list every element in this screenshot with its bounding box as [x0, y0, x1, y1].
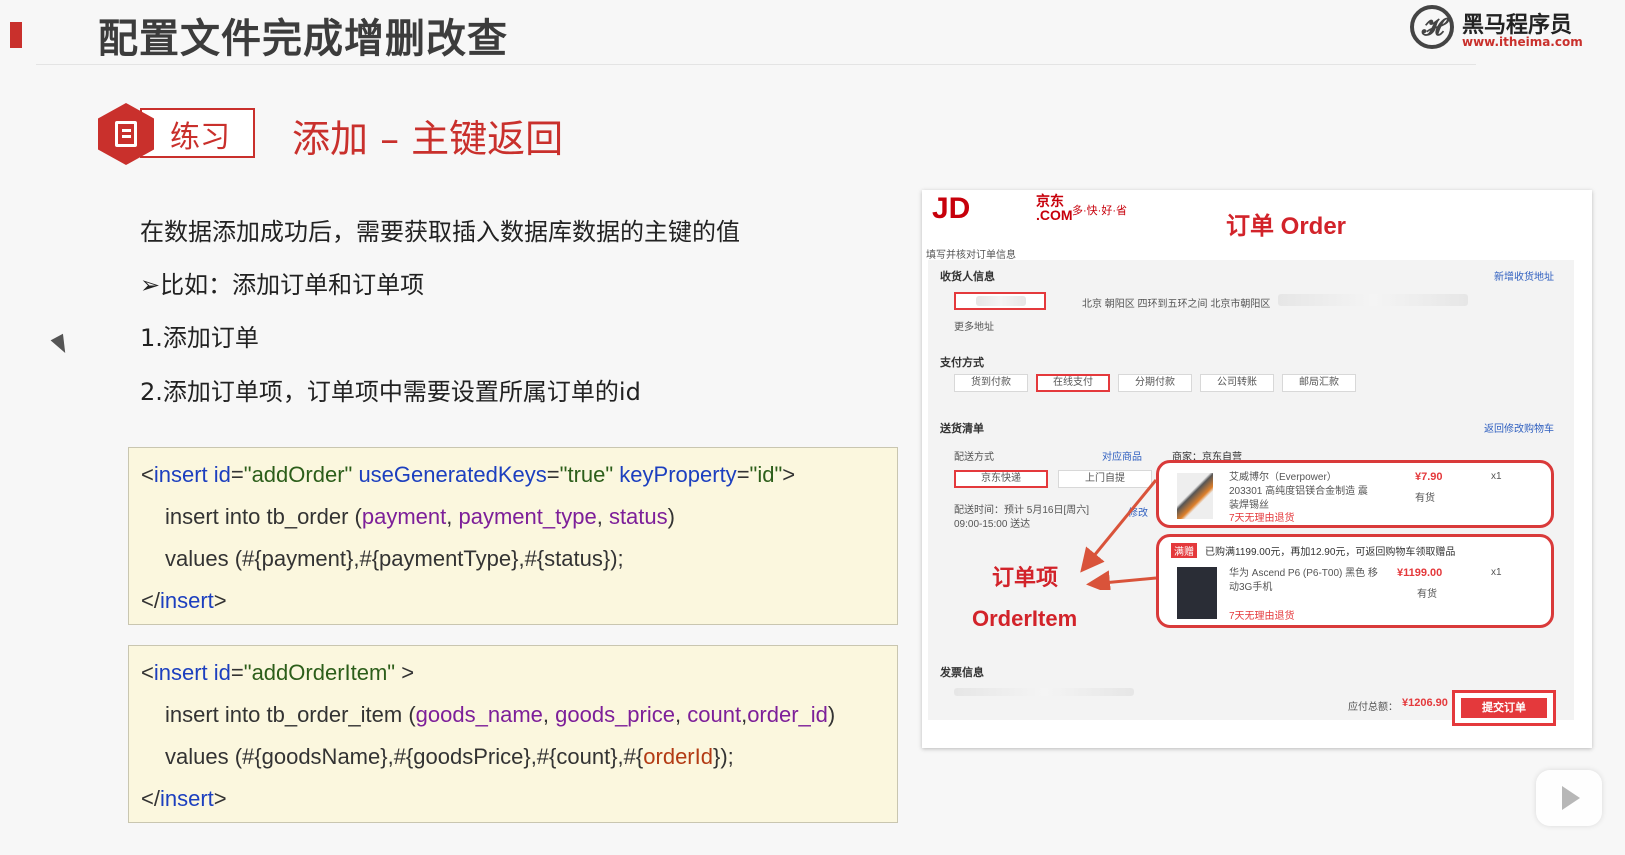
payment-option-cod[interactable]: 货到付款	[954, 374, 1028, 392]
bullet-step-2: 2.添加订单项，订单项中需要设置所属订单的id	[140, 378, 641, 406]
horse-logo-icon: 𝓗	[1410, 5, 1454, 49]
new-address-link[interactable]: 新增收货地址	[1494, 268, 1554, 283]
code-line: </insert>	[141, 786, 227, 811]
code-line: values (#{goodsName},#{goodsPrice},#{cou…	[165, 744, 734, 769]
code-line: insert into tb_order (payment, payment_t…	[165, 504, 675, 529]
delivery-method-label: 配送方式	[954, 452, 994, 463]
promo-tag: 满赠	[1171, 543, 1197, 558]
item1-stock: 有货	[1415, 493, 1435, 504]
shipping-list-label: 送货清单	[940, 423, 984, 435]
order-item-annotation-en: OrderItem	[972, 606, 1078, 631]
play-icon[interactable]	[1536, 770, 1602, 826]
item2-return-policy: 7天无理由退货	[1229, 611, 1295, 622]
jd-order-screenshot: JD 京东 .COM 多·快·好·省 订单 Order 填写并核对订单信息 收货人…	[922, 190, 1592, 748]
bullet-example: ➢比如：添加订单和订单项	[140, 271, 425, 299]
section-title: 添加 – 主键返回	[292, 117, 564, 161]
header-divider	[36, 64, 1476, 65]
code-line: <insert id="addOrderItem" >	[141, 660, 415, 685]
fill-check-title: 填写并核对订单信息	[926, 250, 1016, 261]
bullet-step-1: 1.添加订单	[140, 324, 259, 352]
bullet-intro: 在数据添加成功后，需要获取插入数据库数据的主键的值	[140, 218, 740, 246]
address-text: 北京 朝阳区 四环到五环之间 北京市朝阳区	[1082, 299, 1271, 310]
promo-text: 已购满1199.00元，再加12.90元，可返回购物车领取赠品	[1205, 547, 1456, 558]
receiver-name-option[interactable]	[954, 292, 1046, 310]
item2-price: ¥1199.00	[1397, 567, 1443, 579]
logo-url: www.itheima.com	[1462, 35, 1583, 49]
payment-label: 支付方式	[940, 357, 984, 369]
blurred-address	[1278, 294, 1468, 306]
item2-qty: x1	[1491, 567, 1502, 578]
practice-badge-label: 练习	[170, 120, 230, 155]
item2-stock: 有货	[1417, 589, 1437, 600]
back-to-cart-link[interactable]: 返回修改购物车	[1484, 420, 1554, 435]
code-line: insert into tb_order_item (goods_name, g…	[165, 702, 836, 727]
itheima-logo: 𝓗 黑马程序员 www.itheima.com	[1410, 5, 1583, 55]
code-block-add-order-item: <insert id="addOrderItem" > insert into …	[128, 645, 898, 823]
payment-option-installment[interactable]: 分期付款	[1118, 374, 1192, 392]
jd-slogan: 多·快·好·省	[1072, 205, 1127, 217]
product-thumbnail	[1177, 473, 1213, 519]
blurred-invoice	[954, 688, 1134, 696]
order-item-annotation-cn: 订单项	[992, 565, 1059, 590]
item1-qty: x1	[1491, 471, 1502, 482]
total-value: ¥1206.90	[1402, 697, 1448, 709]
more-address-link[interactable]: 更多地址	[954, 318, 994, 333]
jd-logo-sub: 京东 .COM	[1036, 193, 1073, 223]
item1-name: 艾威博尔（Everpower）203301 高纯度铝镁合金制造 震装焊锡丝	[1229, 472, 1368, 511]
mouse-pointer-icon	[50, 333, 72, 357]
title-accent-bar	[10, 22, 22, 48]
order-heading: 订单 Order	[1226, 213, 1347, 240]
submit-order-button[interactable]: 提交订单	[1452, 690, 1556, 726]
total-label: 应付总额：	[1348, 702, 1398, 713]
jd-express-option[interactable]: 京东快递	[954, 470, 1048, 488]
jd-logo: JD	[932, 192, 971, 225]
receiver-label: 收货人信息	[940, 271, 995, 283]
payment-option-transfer[interactable]: 公司转账	[1200, 374, 1274, 392]
code-block-add-order: <insert id="addOrder" useGeneratedKeys="…	[128, 447, 898, 625]
order-item-1: 艾威博尔（Everpower）203301 高纯度铝镁合金制造 震装焊锡丝 ¥7…	[1156, 460, 1554, 528]
code-line: <insert id="addOrder" useGeneratedKeys="…	[141, 462, 796, 487]
annotation-arrows	[1080, 479, 1158, 590]
item1-price: ¥7.90	[1415, 471, 1443, 483]
item1-return-policy: 7天无理由退货	[1229, 513, 1295, 524]
code-line: </insert>	[141, 588, 227, 613]
payment-option-online[interactable]: 在线支付	[1036, 374, 1110, 392]
code-line: values (#{payment},#{paymentType},#{stat…	[165, 546, 624, 571]
payment-option-post[interactable]: 邮局汇款	[1282, 374, 1356, 392]
slide-title: 配置文件完成增删改查	[98, 16, 508, 62]
invoice-label: 发票信息	[940, 667, 984, 679]
item2-name: 华为 Ascend P6 (P6-T00) 黑色 移动3G手机	[1229, 568, 1378, 593]
order-item-2: 满赠 已购满1199.00元，再加12.90元，可返回购物车领取赠品 华为 As…	[1156, 534, 1554, 628]
order-form: 收货人信息 新增收货地址 北京 朝阳区 四环到五环之间 北京市朝阳区 更多地址 …	[928, 260, 1574, 720]
product-thumbnail	[1177, 567, 1217, 619]
